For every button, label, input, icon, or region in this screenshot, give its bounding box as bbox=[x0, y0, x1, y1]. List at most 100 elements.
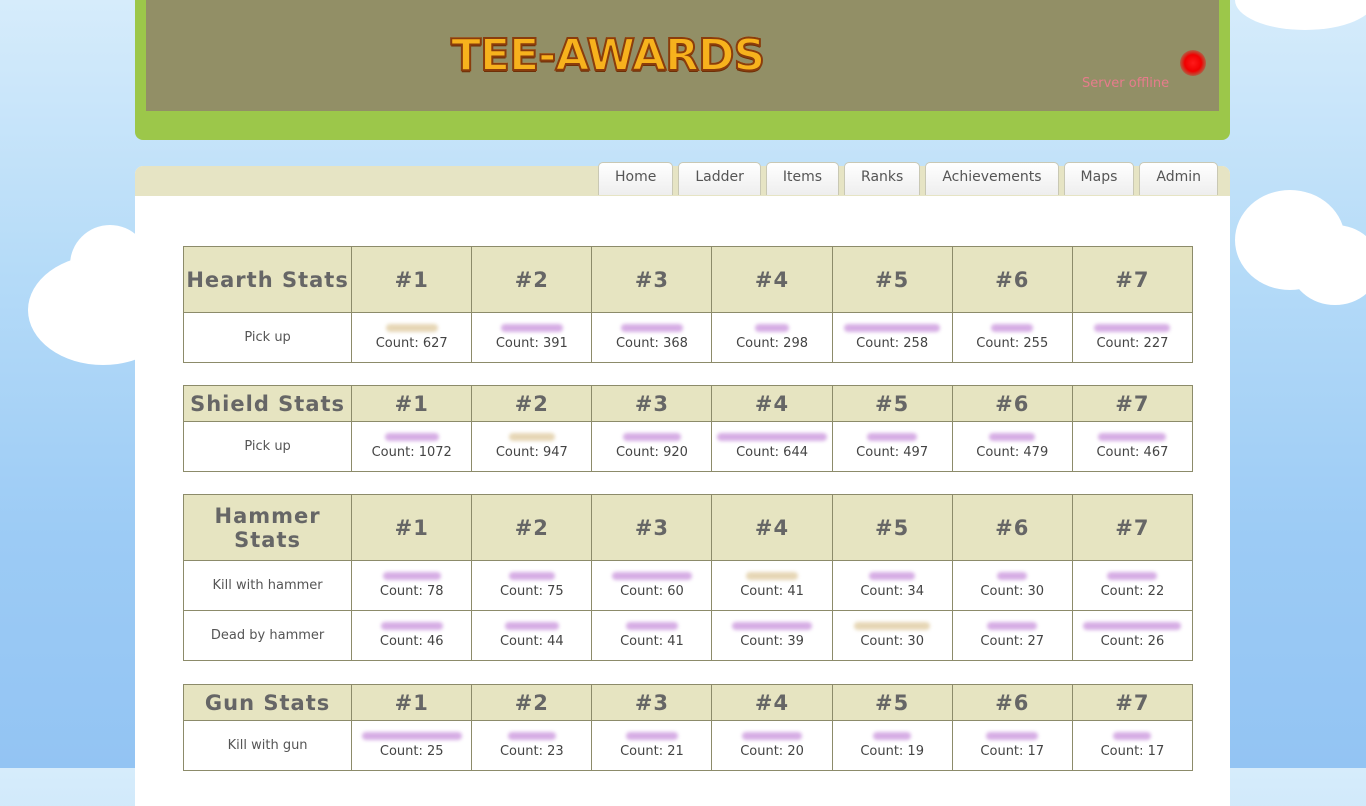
main-panel: Home Ladder Items Ranks Achievements Maps Admi… bbox=[135, 162, 1230, 806]
player-name-link[interactable] bbox=[620, 324, 683, 332]
player-name-link[interactable] bbox=[873, 732, 912, 740]
rank-header: #3 bbox=[591, 246, 713, 313]
player-name-link[interactable] bbox=[380, 622, 443, 630]
player-name-link[interactable] bbox=[986, 732, 1039, 740]
rank-cell: Count: 391 bbox=[471, 312, 593, 363]
count-value: Count: 255 bbox=[976, 336, 1049, 351]
rank-cell: Count: 41 bbox=[711, 560, 833, 611]
server-status-light-icon bbox=[1180, 50, 1206, 76]
rank-header: #4 bbox=[711, 246, 833, 313]
rank-header: #3 bbox=[591, 494, 713, 561]
player-name-link[interactable] bbox=[361, 732, 462, 740]
player-name-link[interactable] bbox=[989, 433, 1036, 441]
rank-header: #4 bbox=[711, 385, 833, 422]
player-name-link[interactable] bbox=[1083, 622, 1182, 630]
rank-cell: Count: 627 bbox=[351, 312, 473, 363]
rank-cell: Count: 17 bbox=[951, 720, 1073, 771]
count-value: Count: 920 bbox=[615, 445, 688, 460]
rank-cell: Count: 39 bbox=[711, 610, 833, 661]
rank-cell: Count: 20 bbox=[711, 720, 833, 771]
player-name-link[interactable] bbox=[1107, 572, 1158, 580]
rank-header: #1 bbox=[351, 494, 473, 561]
count-value: Count: 26 bbox=[1100, 634, 1165, 649]
table-row: Dead by hammer Count: 46 Count: 44 Count: 4… bbox=[182, 610, 1194, 661]
count-value: Count: 46 bbox=[379, 634, 444, 649]
player-name-link[interactable] bbox=[611, 572, 692, 580]
rank-header: #6 bbox=[951, 246, 1073, 313]
rank-header: #4 bbox=[711, 684, 833, 721]
count-value: Count: 19 bbox=[860, 744, 924, 759]
player-name-link[interactable] bbox=[869, 572, 916, 580]
count-value: Count: 391 bbox=[495, 336, 568, 351]
player-name-link[interactable] bbox=[717, 433, 828, 441]
rank-header: #6 bbox=[951, 385, 1073, 422]
table-row: Pick up Count: 1072 Count: 947 Count: 920 Co… bbox=[182, 421, 1194, 472]
tab-items[interactable]: Items bbox=[765, 162, 840, 195]
player-name-link[interactable] bbox=[991, 324, 1034, 332]
rank-header: #6 bbox=[951, 684, 1073, 721]
player-name-link[interactable] bbox=[508, 572, 555, 580]
rank-cell: Count: 78 bbox=[351, 560, 473, 611]
player-name-link[interactable] bbox=[504, 622, 559, 630]
rank-cell: Count: 644 bbox=[711, 421, 833, 472]
player-name-link[interactable] bbox=[844, 324, 941, 332]
player-name-link[interactable] bbox=[500, 324, 563, 332]
player-name-link[interactable] bbox=[997, 572, 1028, 580]
player-name-link[interactable] bbox=[384, 433, 439, 441]
count-value: Count: 60 bbox=[620, 584, 684, 599]
player-name-link[interactable] bbox=[987, 622, 1038, 630]
rank-header: #7 bbox=[1071, 385, 1194, 422]
player-name-link[interactable] bbox=[755, 324, 790, 332]
stat-label: Kill with hammer bbox=[182, 560, 353, 611]
count-value: Count: 39 bbox=[740, 634, 804, 649]
tab-ranks[interactable]: Ranks bbox=[844, 162, 921, 195]
count-value: Count: 41 bbox=[620, 634, 684, 649]
player-name-link[interactable] bbox=[625, 622, 678, 630]
rank-header: #2 bbox=[471, 385, 593, 422]
rank-cell: Count: 21 bbox=[591, 720, 713, 771]
rank-header: #5 bbox=[831, 494, 953, 561]
player-name-link[interactable] bbox=[867, 433, 918, 441]
nav-tabs: Home Ladder Items Ranks Achievements Maps Admi… bbox=[597, 162, 1218, 195]
rank-header: #2 bbox=[471, 684, 593, 721]
rank-cell: Count: 30 bbox=[831, 610, 953, 661]
rank-cell: Count: 26 bbox=[1071, 610, 1194, 661]
tab-admin[interactable]: Admin bbox=[1139, 162, 1218, 195]
rank-header: #5 bbox=[831, 385, 953, 422]
count-value: Count: 17 bbox=[980, 744, 1045, 759]
rank-header: #5 bbox=[831, 684, 953, 721]
player-name-link[interactable] bbox=[507, 732, 556, 740]
tab-ladder[interactable]: Ladder bbox=[678, 162, 761, 195]
count-value: Count: 25 bbox=[379, 744, 444, 759]
tab-maps[interactable]: Maps bbox=[1063, 162, 1135, 195]
player-name-link[interactable] bbox=[385, 324, 438, 332]
table-row: Kill with gun Count: 25 Count: 23 Count: 21… bbox=[182, 720, 1194, 771]
count-value: Count: 479 bbox=[976, 445, 1049, 460]
count-value: Count: 20 bbox=[740, 744, 804, 759]
tab-home[interactable]: Home bbox=[597, 162, 674, 195]
server-status-text: Server offline bbox=[1082, 76, 1170, 91]
count-value: Count: 30 bbox=[980, 584, 1045, 599]
player-name-link[interactable] bbox=[1094, 324, 1171, 332]
player-name-link[interactable] bbox=[732, 622, 813, 630]
tab-achievements[interactable]: Achievements bbox=[925, 162, 1059, 195]
player-name-link[interactable] bbox=[508, 433, 555, 441]
player-name-link[interactable] bbox=[746, 572, 799, 580]
site-header: TEE-AWARDS Server offline bbox=[135, 0, 1230, 140]
count-value: Count: 78 bbox=[379, 584, 444, 599]
player-name-link[interactable] bbox=[625, 732, 678, 740]
site-logo[interactable]: TEE-AWARDS bbox=[450, 28, 766, 84]
rank-cell: Count: 25 bbox=[351, 720, 473, 771]
player-name-link[interactable] bbox=[854, 622, 931, 630]
rank-cell: Count: 27 bbox=[951, 610, 1073, 661]
rank-header: #4 bbox=[711, 494, 833, 561]
player-name-link[interactable] bbox=[1098, 433, 1167, 441]
rank-cell: Count: 298 bbox=[711, 312, 833, 363]
player-name-link[interactable] bbox=[622, 433, 681, 441]
rank-header: #2 bbox=[471, 246, 593, 313]
player-name-link[interactable] bbox=[382, 572, 441, 580]
count-value: Count: 21 bbox=[620, 744, 684, 759]
player-name-link[interactable] bbox=[1113, 732, 1152, 740]
count-value: Count: 627 bbox=[375, 336, 448, 351]
player-name-link[interactable] bbox=[742, 732, 803, 740]
